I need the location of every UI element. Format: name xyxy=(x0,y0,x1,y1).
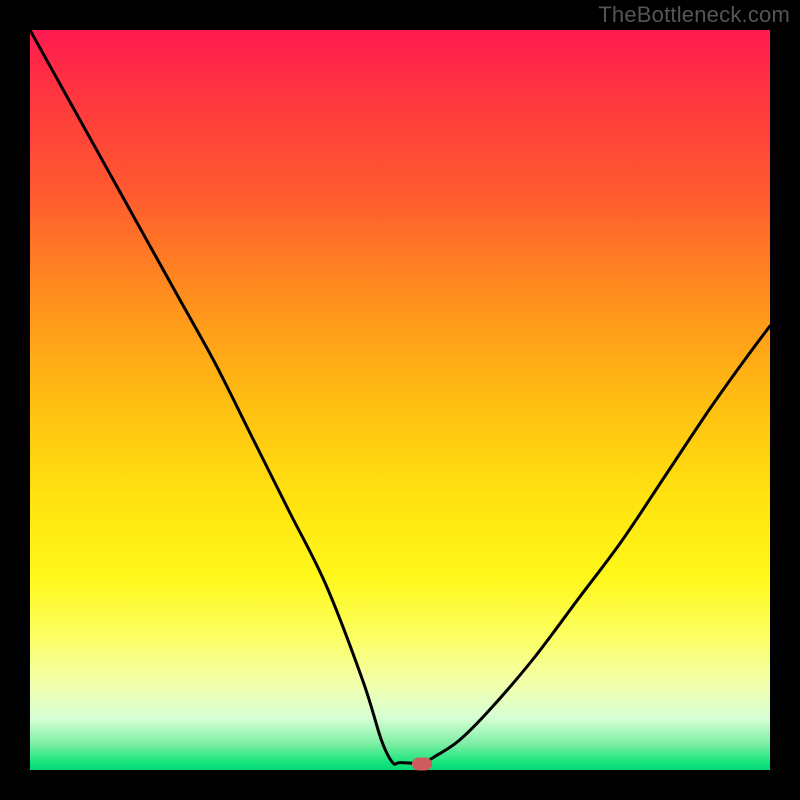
watermark-text: TheBottleneck.com xyxy=(598,2,790,28)
optimal-point-marker xyxy=(412,758,432,771)
chart-frame: TheBottleneck.com xyxy=(0,0,800,800)
bottleneck-curve xyxy=(30,30,770,770)
